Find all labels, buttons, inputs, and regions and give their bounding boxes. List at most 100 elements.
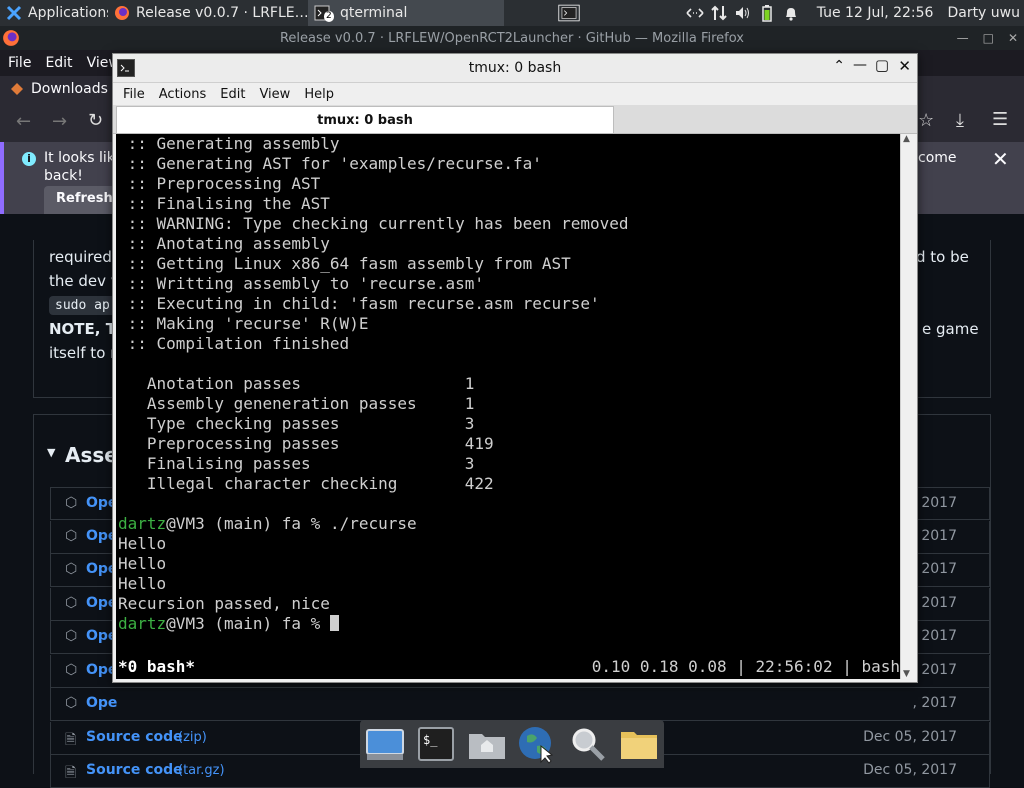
keep-above-icon[interactable]: ⌃	[833, 58, 845, 74]
firefox-icon	[115, 6, 129, 20]
file-zip-icon: 🗎	[65, 731, 77, 748]
asset-date: , 2017	[912, 661, 957, 678]
search-icon[interactable]	[567, 723, 609, 765]
notification-bell-icon[interactable]	[780, 0, 802, 26]
terminal-line: Assembly geneneration passes 1	[118, 394, 475, 413]
program-output-line: Recursion passed, nice	[118, 594, 330, 613]
note-text: NOTE, T	[49, 320, 116, 338]
network-arrows-icon[interactable]	[684, 0, 706, 26]
body-line-4: itself to r	[49, 344, 117, 362]
refresh-button[interactable]: Refresh	[44, 186, 116, 214]
terminal-line: Illegal character checking 422	[118, 474, 494, 493]
minimize-icon[interactable]: —	[957, 31, 969, 45]
asset-date: Dec 05, 2017	[863, 728, 957, 745]
volume-icon[interactable]	[732, 0, 754, 26]
package-icon: ⬡	[65, 594, 78, 611]
asset-date: , 2017	[912, 695, 957, 711]
asset-date: , 2017	[912, 495, 957, 511]
terminal-line: :: Making 'recurse' R(W)E	[118, 314, 369, 333]
folder-icon[interactable]	[618, 723, 660, 765]
package-icon: ⬡	[65, 628, 78, 644]
notice-text-right: come	[918, 150, 957, 166]
terminal-output[interactable]: :: Generating assembly :: Generating AST…	[116, 134, 902, 679]
bookmark-star-icon[interactable]: ☆	[918, 110, 934, 131]
terminal-icon	[117, 59, 135, 77]
taskbar-firefox[interactable]: Release v0.0.7 · LRFLE…	[108, 0, 308, 26]
svg-text:$_: $_	[423, 733, 438, 747]
tmux-window-name: *0 bash*	[118, 657, 196, 676]
terminal-scrollbar[interactable]: ▲ ▼	[900, 134, 915, 679]
scroll-up-icon[interactable]: ▲	[903, 134, 910, 144]
command-text: ./recurse	[329, 514, 417, 533]
asset-link[interactable]: Source code	[86, 762, 183, 778]
notice-close-icon[interactable]: ✕	[992, 147, 1009, 171]
monitor-icon[interactable]	[364, 723, 406, 765]
menu-file[interactable]: File	[123, 87, 145, 102]
forward-icon[interactable]: →	[52, 111, 67, 132]
asset-date: , 2017	[912, 594, 957, 611]
asset-link[interactable]: Ope	[86, 695, 117, 711]
asset-ext: (zip)	[178, 729, 207, 745]
terminal-line: Type checking passes 3	[118, 414, 475, 433]
home-folder-icon[interactable]	[466, 723, 508, 765]
assets-heading[interactable]: Asse	[65, 443, 118, 467]
taskbar-firefox-label: Release v0.0.7 · LRFLE…	[136, 5, 308, 21]
download-icon[interactable]: ⤓	[956, 110, 964, 131]
menu-file[interactable]: File	[8, 55, 31, 71]
asset-row: ⬡ Ope , 2017	[50, 688, 990, 721]
info-icon: i	[22, 152, 36, 166]
menu-actions[interactable]: Actions	[159, 87, 207, 102]
battery-icon[interactable]	[756, 0, 778, 26]
prompt-host: @VM3 (main) fa %	[166, 514, 330, 533]
workspace-switcher[interactable]	[552, 0, 586, 26]
tab-tmux[interactable]: tmux: 0 bash	[116, 106, 614, 133]
scroll-down-icon[interactable]: ▼	[903, 669, 910, 679]
terminal-icon[interactable]: $_	[415, 723, 457, 765]
dock: $_	[360, 720, 664, 768]
menu-view[interactable]: View	[259, 87, 290, 102]
asset-date: , 2017	[912, 628, 957, 644]
minimize-icon[interactable]: —	[853, 57, 867, 73]
qterminal-tabbar: tmux: 0 bash	[113, 105, 917, 134]
asset-date: , 2017	[912, 527, 957, 544]
close-icon[interactable]: ✕	[1008, 31, 1018, 45]
firefox-titlebar: Release v0.0.7 · LRFLEW/OpenRCT2Launcher…	[0, 26, 1024, 50]
top-panel: Applications Release v0.0.7 · LRFLE… 2 q…	[0, 0, 1024, 27]
terminal-line: :: Anotating assembly	[118, 234, 330, 253]
qterminal-menubar: File Actions Edit View Help	[113, 83, 917, 105]
firefox-icon	[3, 30, 19, 46]
terminal-line: :: Preprocessing AST	[118, 174, 321, 193]
applications-menu[interactable]: Applications	[0, 0, 108, 26]
program-output-line: Hello	[118, 534, 167, 553]
reload-icon[interactable]: ↻	[88, 110, 103, 131]
back-icon[interactable]: ←	[16, 111, 31, 132]
menu-edit[interactable]: Edit	[45, 55, 72, 71]
web-browser-icon[interactable]	[516, 723, 558, 765]
menu-help[interactable]: Help	[304, 87, 334, 102]
package-icon: ⬡	[65, 661, 78, 678]
asset-date: , 2017	[912, 561, 957, 577]
applications-label: Applications	[28, 5, 108, 21]
command-line: dartz@VM3 (main) fa % ./recurse	[116, 514, 902, 534]
taskbar-badge: 2	[324, 11, 334, 22]
network-updown-icon[interactable]	[708, 0, 730, 26]
current-prompt: dartz@VM3 (main) fa %	[116, 614, 902, 634]
close-icon[interactable]: ✕	[898, 57, 911, 75]
package-icon: ⬡	[65, 495, 78, 511]
maximize-icon[interactable]: □	[983, 31, 994, 45]
terminal-line: :: WARNING: Type checking currently has …	[118, 214, 629, 233]
assets-triangle-icon[interactable]: ▼	[47, 446, 55, 459]
prompt-host-current: @VM3 (main) fa %	[166, 614, 330, 633]
taskbar-qterminal[interactable]: 2 qterminal	[308, 0, 504, 26]
user-menu[interactable]: Darty uwu	[947, 5, 1020, 21]
asset-link[interactable]: Source code	[86, 729, 183, 745]
menu-edit[interactable]: Edit	[220, 87, 245, 102]
hamburger-menu-icon[interactable]: ☰	[992, 109, 1008, 130]
code-snippet: sudo ap	[49, 296, 116, 315]
bookmark-downloads[interactable]: Downloads	[31, 81, 108, 97]
note-text-right: e game	[922, 320, 979, 338]
tab-label: tmux: 0 bash	[317, 112, 413, 128]
package-icon: ⬡	[65, 695, 78, 711]
clock[interactable]: Tue 12 Jul, 22:56	[817, 5, 934, 21]
maximize-icon[interactable]: ▢	[875, 56, 889, 74]
